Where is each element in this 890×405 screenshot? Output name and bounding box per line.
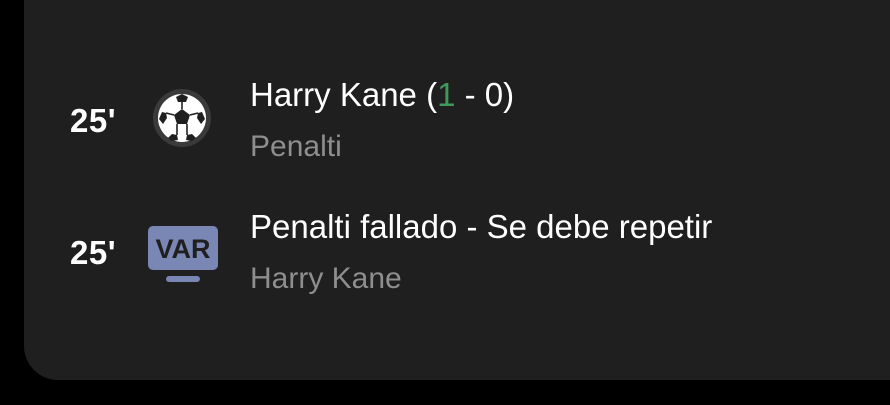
event-minute: 25' (70, 234, 117, 271)
score-open: ( (416, 76, 438, 113)
event-detail: Penalti (250, 130, 342, 163)
var-icon: VAR (146, 220, 220, 290)
event-title: Harry Kane (1 - 0) (250, 76, 514, 114)
event-detail: Harry Kane (250, 262, 402, 295)
event-minute: 25' (70, 102, 117, 139)
event-goal-row[interactable]: 25' Harry Kane (1 - 0) Penalti (0, 68, 890, 178)
event-title: Penalti fallado - Se debe repetir (250, 208, 713, 245)
home-score: 1 (437, 76, 456, 113)
score-rest: - 0) (455, 76, 515, 113)
soccer-ball-icon (152, 88, 212, 148)
event-var-row[interactable]: 25' VAR Penalti fallado - Se debe repeti… (0, 200, 890, 310)
scorer-name: Harry Kane (250, 76, 417, 113)
var-icon-text: VAR (155, 234, 210, 264)
match-events-card (24, 0, 890, 380)
